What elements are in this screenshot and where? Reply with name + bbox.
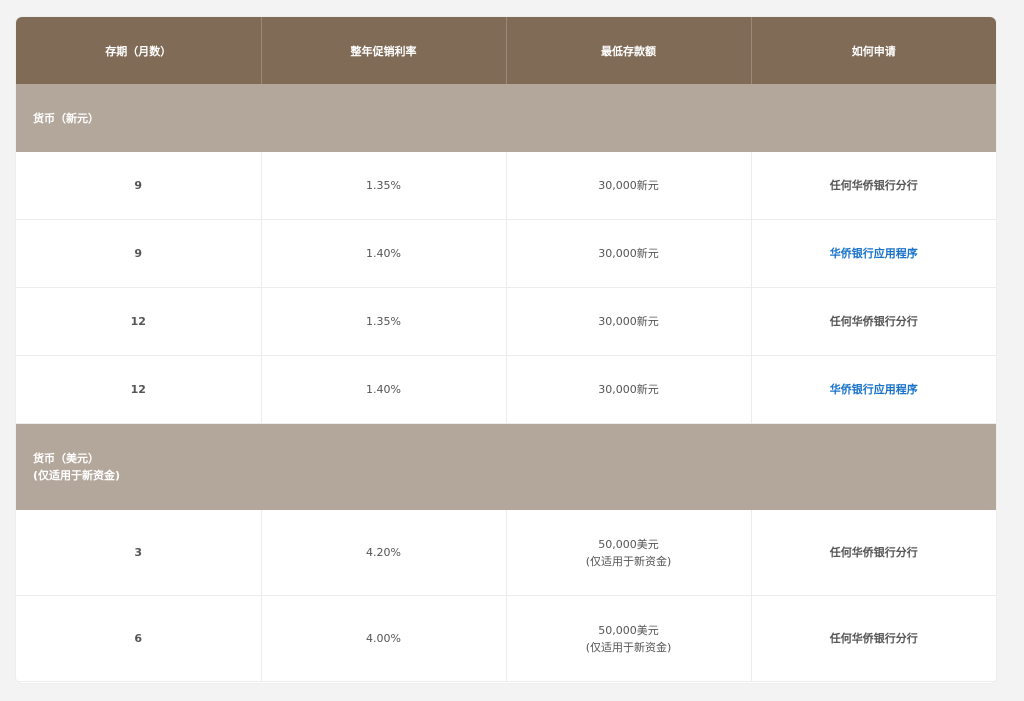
header-row: 存期（月数） 整年促销利率 最低存款额 如何申请 (16, 17, 996, 84)
rate-cell: 1.40% (261, 219, 507, 288)
header-term: 存期（月数） (16, 17, 262, 84)
min-deposit-cell: 30,000新元 (506, 287, 752, 356)
min-deposit-cell: 50,000美元 (仅适用于新资金) (506, 510, 752, 596)
apply-method-link[interactable]: 华侨银行应用程序 (751, 355, 996, 424)
apply-method-cell: 任何华侨银行分行 (751, 595, 996, 682)
section-row-usd: 货币（美元） (仅适用于新资金) (16, 423, 996, 510)
term-cell: 12 (16, 355, 262, 424)
header-min-deposit: 最低存款额 (506, 17, 752, 84)
min-deposit-line: 30,000新元 (598, 315, 659, 328)
apply-method-cell: 任何华侨银行分行 (751, 287, 996, 356)
header-how-to-apply: 如何申请 (751, 17, 996, 84)
table-body: 货币（新元） 9 1.35% 30,000新元 任何华侨银行分行 9 1.40%… (16, 84, 996, 682)
term-cell: 9 (16, 219, 262, 288)
rate-cell: 1.35% (261, 287, 507, 356)
section-label: 货币（美元） (仅适用于新资金) (16, 423, 996, 510)
term-cell: 12 (16, 287, 262, 356)
table-row: 9 1.40% 30,000新元 华侨银行应用程序 (16, 219, 996, 288)
min-deposit-cell: 30,000新元 (506, 355, 752, 424)
section-row-sgd: 货币（新元） (16, 84, 996, 152)
table-row: 12 1.40% 30,000新元 华侨银行应用程序 (16, 355, 996, 424)
rate-cell: 4.20% (261, 510, 507, 596)
rates-table: 存期（月数） 整年促销利率 最低存款额 如何申请 货币（新元） 9 1.35% … (16, 17, 996, 682)
table-row: 6 4.00% 50,000美元 (仅适用于新资金) 任何华侨银行分行 (16, 595, 996, 682)
apply-method-cell: 任何华侨银行分行 (751, 152, 996, 220)
rate-cell: 4.00% (261, 595, 507, 682)
term-cell: 9 (16, 152, 262, 220)
min-deposit-line: 30,000新元 (598, 383, 659, 396)
table-row: 9 1.35% 30,000新元 任何华侨银行分行 (16, 152, 996, 220)
section-label-line: 货币（新元） (33, 111, 99, 125)
header-rate: 整年促销利率 (261, 17, 507, 84)
min-deposit-cell: 50,000美元 (仅适用于新资金) (506, 595, 752, 682)
table-row: 12 1.35% 30,000新元 任何华侨银行分行 (16, 287, 996, 356)
term-cell: 3 (16, 510, 262, 596)
section-label-line: 货币（美元） (33, 452, 99, 465)
rate-cell: 1.35% (261, 152, 507, 220)
min-deposit-line: 30,000新元 (598, 179, 659, 192)
min-deposit-cell: 30,000新元 (506, 219, 752, 288)
apply-method-link[interactable]: 华侨银行应用程序 (751, 219, 996, 288)
page: 存期（月数） 整年促销利率 最低存款额 如何申请 货币（新元） 9 1.35% … (0, 0, 1024, 701)
min-deposit-line: 50,000美元 (598, 623, 659, 637)
term-cell: 6 (16, 595, 262, 682)
rates-table-card: 存期（月数） 整年促销利率 最低存款额 如何申请 货币（新元） 9 1.35% … (16, 17, 996, 683)
min-deposit-line: 30,000新元 (598, 247, 659, 260)
section-label: 货币（新元） (16, 84, 996, 152)
min-deposit-cell: 30,000新元 (506, 152, 752, 220)
apply-method-cell: 任何华侨银行分行 (751, 510, 996, 596)
section-label-line: (仅适用于新资金) (33, 469, 121, 482)
min-deposit-line: 50,000美元 (598, 537, 659, 551)
min-deposit-note: (仅适用于新资金) (585, 554, 672, 568)
min-deposit-note: (仅适用于新资金) (585, 640, 672, 654)
table-header: 存期（月数） 整年促销利率 最低存款额 如何申请 (16, 17, 996, 84)
rate-cell: 1.40% (261, 355, 507, 424)
table-row: 3 4.20% 50,000美元 (仅适用于新资金) 任何华侨银行分行 (16, 510, 996, 596)
